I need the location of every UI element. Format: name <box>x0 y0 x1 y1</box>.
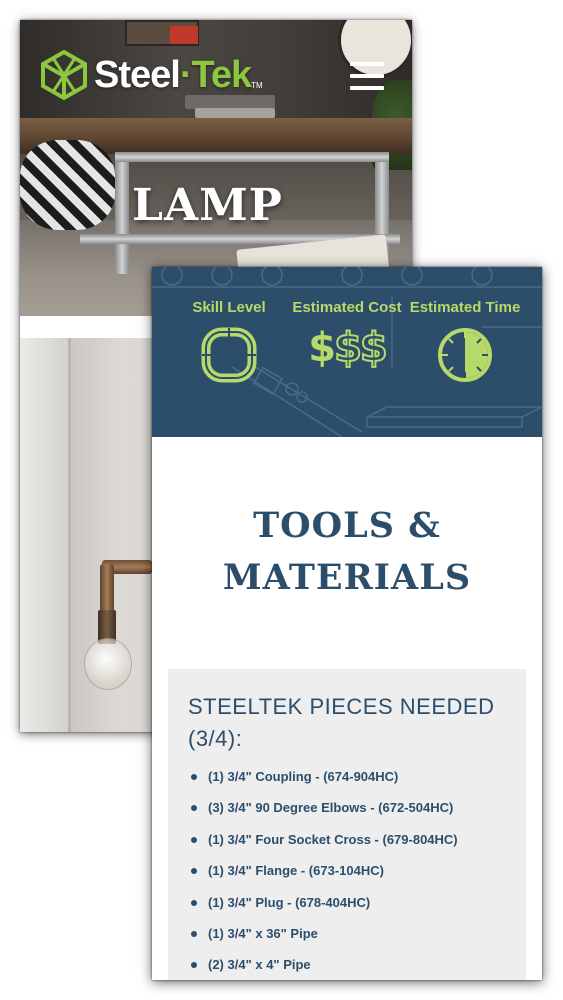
list-item: (1) 3/4" x 36" Pipe <box>191 918 526 949</box>
hamburger-menu-icon[interactable] <box>350 62 384 90</box>
pieces-needed-panel: STEELTEK PIECES NEEDED (3/4): (1) 3/4" C… <box>168 669 526 980</box>
pieces-list: (1) 3/4" Coupling - (674-904HC) (3) 3/4"… <box>168 761 526 980</box>
estimated-cost-label: Estimated Cost <box>292 299 402 316</box>
door-frame <box>20 338 71 732</box>
tools-heading-line1: TOOLS & <box>253 505 441 546</box>
table-rail-pipe <box>115 152 389 162</box>
cost-symbol-filled: $ <box>308 325 336 371</box>
table-leg-pipe <box>115 154 129 274</box>
project-stats-banner: Skill Level Estimated Cost $$$ Estimated… <box>152 267 542 437</box>
pipe-loop-icon <box>201 327 257 383</box>
lamp-pipe-drop <box>100 564 114 614</box>
menu-bar <box>350 74 384 78</box>
trademark-mark: TM <box>251 81 263 90</box>
menu-bar <box>350 86 384 90</box>
logo-word-tek: Tek <box>191 53 252 96</box>
tools-materials-heading: TOOLS & MATERIALS <box>152 500 542 604</box>
tools-materials-screenshot: Skill Level Estimated Cost $$$ Estimated… <box>152 267 542 980</box>
menu-bar <box>350 62 384 66</box>
page-title: LAMP <box>132 180 283 231</box>
estimated-time-label: Estimated Time <box>409 299 521 316</box>
cost-rating: $$$ <box>282 324 412 372</box>
list-item: (1) 3/4" Plug - (678-404HC) <box>191 887 526 918</box>
pieces-heading: STEELTEK PIECES NEEDED (3/4): <box>188 694 495 751</box>
list-item: (3) 3/4" 90 Degree Elbows - (672-504HC) <box>191 792 526 823</box>
tools-heading-line2: MATERIALS <box>222 557 472 598</box>
skill-level-label: Skill Level <box>192 299 266 316</box>
edison-bulb <box>84 638 132 690</box>
list-item: (2) 3/4" x 4" Pipe <box>191 949 526 980</box>
estimated-time-stat: Estimated Time <box>400 299 530 384</box>
steeltek-hex-icon <box>41 50 87 100</box>
logo-wordmark: Steel·Tek <box>94 53 252 96</box>
list-item: (1) 3/4" Coupling - (674-904HC) <box>191 761 526 792</box>
list-item: (1) 3/4" Four Socket Cross - (679-804HC) <box>191 824 526 855</box>
list-item: (1) 3/4" Flange - (673-104HC) <box>191 855 526 886</box>
wall-frame-accent <box>170 26 198 44</box>
clock-icon <box>438 328 492 382</box>
steeltek-logo[interactable]: Steel·Tek TM <box>40 50 263 100</box>
cost-symbol-outline: $ <box>359 324 389 372</box>
cost-symbol-outline: $ <box>333 324 363 372</box>
estimated-cost-stat: Estimated Cost $$$ <box>282 299 412 372</box>
patterned-pillow <box>20 140 115 230</box>
skill-level-stat: Skill Level <box>164 299 294 384</box>
logo-word-steel: Steel <box>94 53 181 96</box>
book-stack-lower <box>195 108 275 118</box>
